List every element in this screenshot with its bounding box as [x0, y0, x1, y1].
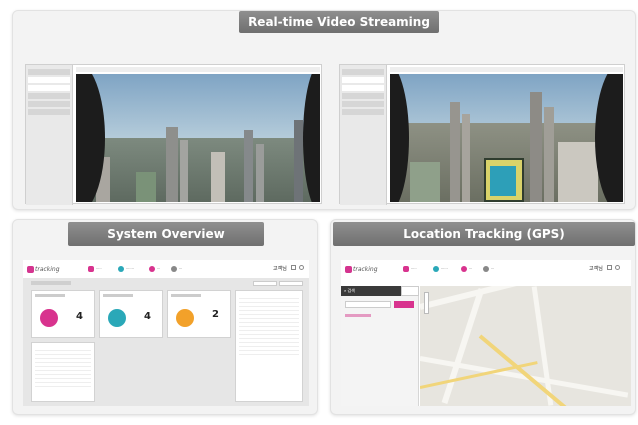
- person-icon: [176, 309, 194, 327]
- grid-icon[interactable]: [291, 265, 296, 270]
- stat-value: 4: [76, 311, 83, 322]
- zoom-control[interactable]: [424, 292, 429, 314]
- stat-card[interactable]: 4: [31, 290, 95, 338]
- video-toolbar: [76, 67, 320, 72]
- person-icon: [108, 309, 126, 327]
- video-feed-left[interactable]: [76, 74, 320, 202]
- sidebar-item[interactable]: [342, 93, 384, 99]
- sidebar-item[interactable]: [342, 77, 384, 83]
- camera-sidebar-left: [26, 65, 73, 205]
- power-icon[interactable]: [615, 265, 620, 270]
- breadcrumb: [31, 281, 71, 285]
- sidebar-item[interactable]: [28, 77, 70, 83]
- tracking-logo: tracking: [345, 266, 378, 273]
- sidebar-item[interactable]: [342, 69, 384, 75]
- toolbar-buttons[interactable]: [253, 281, 277, 286]
- gps-tracking-card: Location Tracking (GPS) tracking ····· ·…: [330, 219, 636, 415]
- monitor-icon[interactable]: [403, 266, 409, 272]
- settings-icon[interactable]: [171, 266, 177, 272]
- sidebar-item[interactable]: [342, 101, 384, 107]
- overview-app-window: tracking ····· ······· ··· ··· 고객님 4 4 2: [23, 260, 309, 406]
- user-label[interactable]: 고객님: [589, 265, 603, 272]
- stat-value: 2: [212, 309, 219, 320]
- search-button[interactable]: [394, 301, 414, 308]
- search-tab[interactable]: [401, 286, 419, 296]
- camera-sidebar-right: [340, 65, 387, 205]
- sidebar-item[interactable]: [342, 109, 384, 115]
- location-icon[interactable]: [118, 266, 124, 272]
- settings-icon[interactable]: [483, 266, 489, 272]
- stat-value: 4: [144, 311, 151, 322]
- alarm-icon[interactable]: [461, 266, 467, 272]
- video-streaming-card: Real-time Video Streaming: [12, 10, 636, 210]
- gps-app-window: tracking ····· ······ ··· ··· 고객님 ⌕ 검색: [341, 260, 631, 406]
- system-overview-card: System Overview tracking ····· ······· ·…: [12, 219, 318, 415]
- system-overview-title: System Overview: [68, 222, 264, 246]
- monitor-icon[interactable]: [88, 266, 94, 272]
- stat-card[interactable]: 4: [99, 290, 163, 338]
- device-table: [31, 342, 95, 402]
- dashboard-area: 4 4 2: [23, 278, 309, 406]
- stat-card-header: [35, 294, 65, 297]
- gps-tracking-title: Location Tracking (GPS): [333, 222, 635, 246]
- video-viewer-left: [25, 64, 322, 205]
- status-table: [235, 290, 303, 402]
- search-icon: ⌕: [344, 288, 347, 293]
- sidebar-item[interactable]: [28, 101, 70, 107]
- sidebar-item[interactable]: [28, 85, 70, 91]
- sidebar-item[interactable]: [342, 85, 384, 91]
- search-label: 검색: [347, 288, 355, 293]
- video-streaming-title: Real-time Video Streaming: [239, 11, 439, 33]
- video-viewer-right: [339, 64, 625, 205]
- gps-map[interactable]: [420, 286, 631, 406]
- alarm-icon[interactable]: [149, 266, 155, 272]
- stat-card-header: [103, 294, 133, 297]
- location-icon[interactable]: [433, 266, 439, 272]
- stat-card[interactable]: 2: [167, 290, 231, 338]
- stat-card-header: [171, 294, 201, 297]
- sidebar-item[interactable]: [28, 69, 70, 75]
- toolbar-buttons[interactable]: [279, 281, 303, 286]
- brand-text: tracking: [353, 266, 378, 273]
- tracking-logo: tracking: [27, 266, 60, 273]
- sidebar-item[interactable]: [28, 93, 70, 99]
- video-toolbar: [390, 67, 623, 72]
- brand-text: tracking: [35, 266, 60, 273]
- video-feed-right[interactable]: [390, 74, 623, 202]
- grid-icon[interactable]: [607, 265, 612, 270]
- power-icon[interactable]: [299, 265, 304, 270]
- search-input[interactable]: [345, 301, 391, 308]
- sidebar-item[interactable]: [28, 109, 70, 115]
- search-header: ⌕ 검색: [341, 286, 401, 296]
- result-item[interactable]: [345, 314, 371, 317]
- gps-search-panel: ⌕ 검색: [341, 286, 419, 406]
- user-label[interactable]: 고객님: [273, 265, 287, 272]
- person-icon: [40, 309, 58, 327]
